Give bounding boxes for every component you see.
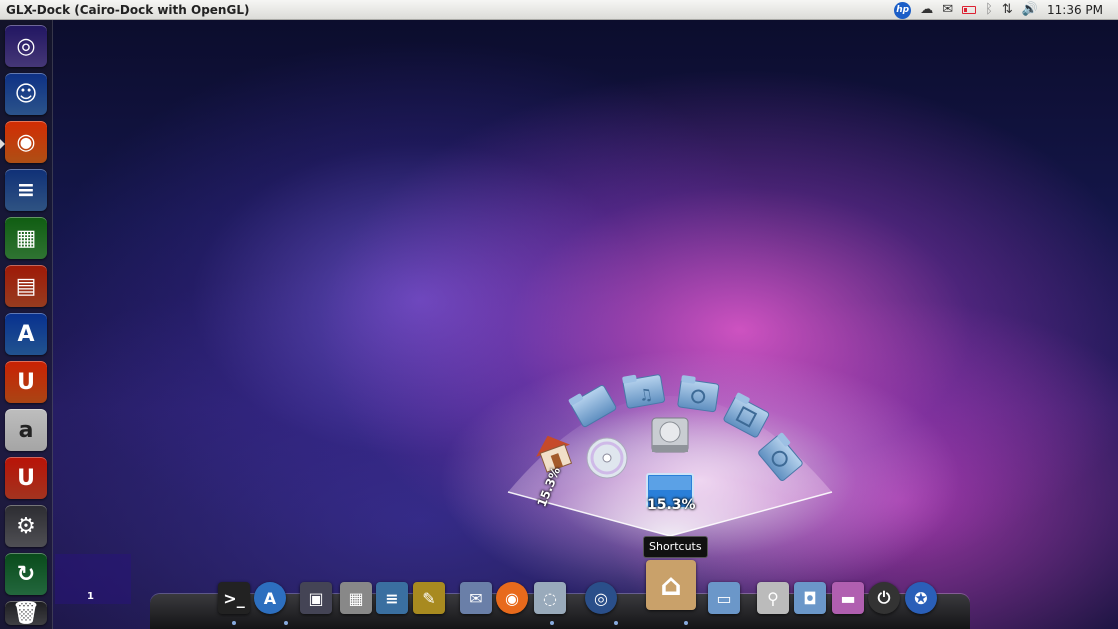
shortcuts-fan: ♫ bbox=[507, 370, 833, 537]
folder-icon[interactable]: ▭ bbox=[708, 582, 740, 614]
cd-drive-icon[interactable] bbox=[586, 437, 628, 479]
firefox-icon[interactable]: ◉ bbox=[496, 582, 528, 614]
running-indicator bbox=[232, 621, 236, 625]
running-indicator bbox=[284, 621, 288, 625]
desktop-icon[interactable]: ▬ bbox=[832, 582, 864, 614]
home-folder-icon[interactable]: ⌂ bbox=[646, 560, 696, 610]
running-indicator bbox=[684, 621, 688, 625]
accessibility-icon[interactable]: ✪ bbox=[905, 582, 937, 614]
hard-drive-icon[interactable] bbox=[651, 417, 689, 453]
app-store-icon[interactable]: A bbox=[254, 582, 286, 614]
chat-icon[interactable]: ◌ bbox=[534, 582, 566, 614]
calculator-icon[interactable]: ▦ bbox=[340, 582, 372, 614]
mail-stamp-icon[interactable]: ✉ bbox=[460, 582, 492, 614]
search-icon[interactable]: ⚲ bbox=[757, 582, 789, 614]
running-indicator bbox=[550, 621, 554, 625]
screen-usage-percent: 15.3% bbox=[647, 497, 696, 513]
screenshot-icon[interactable]: ◘ bbox=[794, 582, 826, 614]
network-globe-icon[interactable]: ◎ bbox=[585, 582, 617, 614]
text-editor-icon[interactable]: ≡ bbox=[376, 582, 408, 614]
music-folder-icon[interactable]: ♫ bbox=[622, 370, 666, 409]
power-icon[interactable]: ⏻ bbox=[868, 582, 900, 614]
terminal-icon[interactable]: >_ bbox=[218, 582, 250, 614]
pictures-folder-icon[interactable] bbox=[677, 375, 720, 413]
photos-icon[interactable]: ▣ bbox=[300, 582, 332, 614]
tooltip: Shortcuts bbox=[643, 536, 708, 558]
running-indicator bbox=[614, 621, 618, 625]
gimp-icon[interactable]: ✎ bbox=[413, 582, 445, 614]
